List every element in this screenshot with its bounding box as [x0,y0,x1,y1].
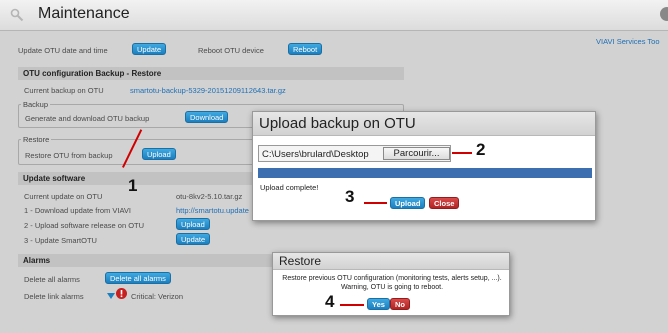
annotation-number-3: 3 [345,187,355,206]
restore-dialog-message: Restore previous OTU configuration (moni… [282,275,502,291]
update-datetime-label: Update OTU date and time [18,46,108,55]
annotation-number-2: 2 [476,140,486,159]
current-update-value: otu-8kv2-5.10.tar.gz [176,192,243,201]
delete-all-alarms-label: Delete all alarms [24,275,80,284]
file-path-text: C:\Users\brulard\Desktop [262,149,369,160]
annotation-line-3 [364,202,387,204]
reboot-button[interactable]: Reboot [288,43,323,55]
current-backup-label: Current backup on OTU [24,86,104,95]
upload-status-text: Upload complete! [260,183,319,192]
upload-dialog-close-button[interactable]: Close [429,197,460,209]
viavi-services-link[interactable]: VIAVI Services Too [596,37,660,46]
current-backup-file-link[interactable]: smartotu-backup-5329-20151209112643.tar.… [130,86,286,95]
file-input[interactable]: C:\Users\brulard\Desktop Parcourir... [258,145,451,162]
delete-link-alarms-label: Delete link alarms [24,292,84,301]
update-datetime-button[interactable]: Update [132,43,167,55]
maintenance-page: Maintenance VIAVI Services Too Update OT… [0,0,668,333]
step3-label: 3 - Update SmartOTU [24,236,97,245]
step2-label: 2 - Upload software release on OTU [24,221,145,230]
restore-no-button[interactable]: No [390,298,410,310]
config-section-header: OTU configuration Backup - Restore [18,67,404,80]
restore-yes-button[interactable]: Yes [367,298,390,310]
annotation-line-2 [452,152,472,154]
annotation-number-4: 4 [325,292,335,311]
restore-legend: Restore [21,135,52,144]
software-update-button[interactable]: Update [176,233,211,245]
step1-label: 1 - Download update from VIAVI [24,206,131,215]
download-button[interactable]: Download [185,111,229,123]
annotation-line-4 [340,304,364,306]
wrench-icon [10,8,24,22]
critical-alert-icon [116,288,127,299]
restore-dialog-title: Restore [273,253,509,270]
reboot-label: Reboot OTU device [198,46,264,55]
window-menu-icon[interactable] [660,7,668,21]
restore-text: Restore OTU from backup [25,151,113,160]
backup-legend: Backup [21,100,51,109]
backup-text: Generate and download OTU backup [25,114,150,123]
window-titlebar: Maintenance [0,0,668,31]
restore-dialog: Restore Restore previous OTU configurati… [272,252,510,316]
upload-dialog-upload-button[interactable]: Upload [390,197,426,209]
current-update-label: Current update on OTU [24,192,103,201]
annotation-number-1: 1 [128,176,138,195]
step1-link[interactable]: http://smartotu.update [176,206,249,215]
critical-label: Critical: [131,292,157,301]
browse-button[interactable]: Parcourir... [383,147,450,160]
upload-progress-bar [258,168,592,178]
dropdown-arrow-icon[interactable] [107,293,115,299]
upload-backup-dialog: Upload backup on OTU C:\Users\brulard\De… [252,111,596,221]
delete-all-alarms-button[interactable]: Delete all alarms [105,272,171,284]
upload-dialog-title: Upload backup on OTU [253,112,595,136]
page-title: Maintenance [38,5,130,22]
restore-upload-button[interactable]: Upload [142,148,176,160]
software-upload-button[interactable]: Upload [176,218,210,230]
critical-value: Verizon [158,292,184,301]
